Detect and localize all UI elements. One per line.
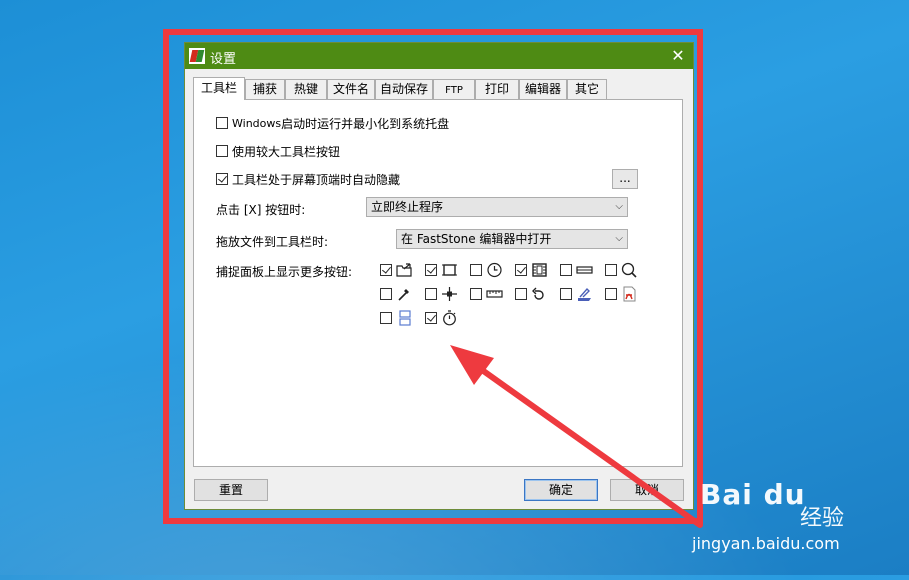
capture-button-checkbox[interactable]	[515, 288, 527, 300]
startup-label: 启动时运行并最小化到系统托盘	[281, 116, 450, 131]
capture-button-checkbox[interactable]	[380, 312, 392, 324]
chevron-down-icon: ⌵	[615, 201, 623, 212]
tab-ftp-label: FTP	[445, 85, 463, 96]
stopwatch-icon	[443, 310, 456, 326]
close-button[interactable]: ✕	[667, 45, 689, 67]
capture-button-checkbox[interactable]	[515, 264, 527, 276]
drop-action-select[interactable]: 在 FastStone 编辑器中打开 ⌵	[396, 229, 628, 249]
capture-button-option[interactable]	[380, 310, 413, 326]
jingyan-logo-text: 经验	[800, 506, 845, 531]
open-folder-icon	[396, 263, 412, 277]
capture-button-checkbox[interactable]	[425, 264, 437, 276]
option-startup-minimize[interactable]: Windows 启动时运行并最小化到系统托盘	[216, 114, 449, 132]
reset-button[interactable]: 重置	[194, 479, 268, 501]
startup-label-prefix: Windows	[232, 116, 282, 130]
drop-action-label: 拖放文件到工具栏时:	[216, 235, 329, 249]
scanner-icon	[578, 287, 591, 301]
capture-button-option[interactable]	[515, 262, 548, 278]
option-autohide[interactable]: 工具栏处于屏幕顶端时自动隐藏	[216, 170, 400, 188]
autohide-checkbox[interactable]	[216, 173, 228, 185]
capture-button-option[interactable]	[560, 286, 593, 302]
clock-icon	[487, 262, 502, 278]
redo-arrow-icon	[532, 287, 544, 300]
tab-toolbar[interactable]: 工具栏	[193, 77, 245, 100]
ok-button[interactable]: 确定	[524, 479, 598, 501]
pdf-icon	[623, 286, 636, 302]
capture-button-checkbox[interactable]	[605, 288, 617, 300]
more-buttons-label: 捕捉面板上显示更多按钮:	[216, 265, 353, 279]
capture-button-option[interactable]	[605, 262, 638, 278]
faststone-logo-icon	[189, 48, 205, 64]
startup-checkbox[interactable]	[216, 117, 228, 129]
capture-button-option[interactable]	[560, 262, 593, 278]
baidu-jingyan-watermark: Bai du 经验 jingyan.baidu.com	[692, 478, 900, 558]
title-bar[interactable]: 设置 ✕	[185, 43, 693, 69]
toolbar-settings-panel: Windows 启动时运行并最小化到系统托盘 使用较大工具栏按钮 工具栏处于屏幕…	[193, 99, 683, 467]
tab-other[interactable]: 其它	[567, 79, 607, 99]
capture-button-option[interactable]	[425, 262, 458, 278]
crop-region-icon	[442, 264, 457, 276]
close-action-select[interactable]: 立即终止程序 ⌵	[366, 197, 628, 217]
tab-hotkeys[interactable]: 热键	[285, 79, 327, 99]
capture-button-option[interactable]	[380, 262, 413, 278]
capture-button-checkbox[interactable]	[470, 264, 482, 276]
capture-button-option[interactable]	[515, 286, 548, 302]
watermark-url: jingyan.baidu.com	[692, 534, 840, 553]
autohide-label: 工具栏处于屏幕顶端时自动隐藏	[232, 172, 401, 187]
capture-button-option[interactable]	[425, 310, 458, 326]
capture-button-checkbox[interactable]	[425, 288, 437, 300]
capture-button-checkbox[interactable]	[560, 264, 572, 276]
tab-editor[interactable]: 编辑器	[519, 79, 567, 99]
capture-button-checkbox[interactable]	[425, 312, 437, 324]
color-picker-icon	[398, 289, 409, 301]
large-buttons-label: 使用较大工具栏按钮	[232, 144, 341, 159]
tab-filename[interactable]: 文件名	[327, 79, 375, 99]
window-title: 设置	[210, 52, 237, 67]
large-buttons-checkbox[interactable]	[216, 145, 228, 157]
drop-action-value: 在 FastStone 编辑器中打开	[401, 232, 552, 246]
capture-button-option[interactable]	[380, 286, 413, 302]
capture-button-option[interactable]	[425, 286, 458, 302]
capture-button-checkbox[interactable]	[380, 264, 392, 276]
ruler-icon	[486, 290, 503, 298]
close-action-value: 立即终止程序	[371, 200, 444, 214]
magnifier-icon	[621, 262, 637, 278]
settings-dialog: 设置 ✕ 工具栏 捕获 热键 文件名 自动保存 FTP 打印 编辑器 其它 Wi…	[184, 42, 694, 510]
option-large-buttons[interactable]: 使用较大工具栏按钮	[216, 142, 340, 160]
tab-autosave[interactable]: 自动保存	[375, 79, 433, 99]
cancel-button[interactable]: 取消	[610, 479, 684, 501]
tab-ftp[interactable]: FTP	[433, 79, 475, 99]
autohide-options-button[interactable]: ...	[612, 169, 638, 189]
split-screen-icon	[399, 310, 411, 326]
scroll-bar-icon	[576, 266, 593, 274]
capture-button-checkbox[interactable]	[470, 288, 482, 300]
capture-button-checkbox[interactable]	[605, 264, 617, 276]
tab-print[interactable]: 打印	[475, 79, 519, 99]
capture-button-option[interactable]	[470, 286, 503, 302]
film-icon	[532, 263, 547, 277]
capture-button-checkbox[interactable]	[380, 288, 392, 300]
capture-button-option[interactable]	[605, 286, 638, 302]
tab-capture[interactable]: 捕获	[245, 79, 285, 99]
capture-button-checkbox[interactable]	[560, 288, 572, 300]
close-action-label: 点击 [X] 按钮时:	[216, 203, 306, 217]
capture-button-option[interactable]	[470, 262, 503, 278]
chevron-down-icon: ⌵	[615, 233, 623, 244]
crosshair-icon	[442, 287, 457, 301]
baidu-logo: Bai du	[700, 478, 806, 511]
